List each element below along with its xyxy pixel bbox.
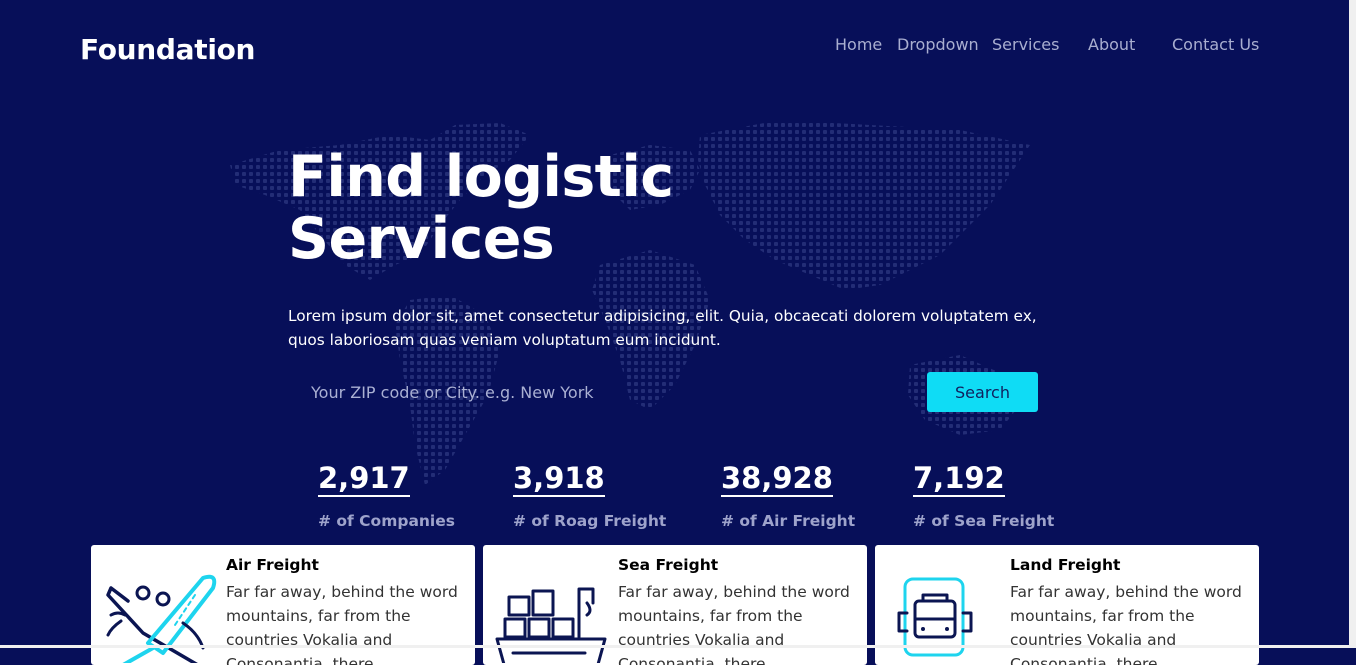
hero-description: Lorem ipsum dolor sit, amet consectetur … — [288, 307, 1037, 349]
card-title: Sea Freight — [618, 556, 719, 574]
stat-value: 2,917 — [318, 461, 410, 497]
search-input[interactable] — [289, 372, 919, 412]
card-title: Air Freight — [226, 556, 319, 574]
airplane-icon — [106, 574, 217, 663]
hero-title: Find logistic Services — [288, 144, 674, 272]
card-text: Far far away, behind the word mountains,… — [618, 583, 850, 665]
stat-value: 38,928 — [721, 461, 833, 497]
card-text: Far far away, behind the word mountains,… — [1010, 583, 1242, 665]
stat-companies: 2,917 # of Companies — [318, 462, 455, 530]
brand-logo[interactable]: Foundation — [80, 33, 255, 66]
hero-title-line2: Services — [288, 206, 555, 272]
vertical-scrollbar[interactable] — [1349, 0, 1356, 648]
hero-title-line1: Find logistic — [288, 144, 674, 210]
nav-item-about[interactable]: About — [1088, 35, 1135, 54]
nav-item-dropdown[interactable]: Dropdown — [897, 35, 979, 54]
nav-item-services[interactable]: Services — [992, 35, 1059, 54]
truck-icon — [897, 577, 973, 657]
stat-air-freight: 38,928 # of Air Freight — [721, 462, 855, 530]
nav-item-home[interactable]: Home — [835, 35, 882, 54]
search-button[interactable]: Search — [927, 372, 1038, 412]
stat-road-freight: 3,918 # of Roag Freight — [513, 462, 666, 530]
stat-label: # of Roag Freight — [513, 512, 667, 530]
stat-label: # of Air Freight — [721, 512, 856, 530]
stat-value: 7,192 — [913, 461, 1005, 497]
stat-value: 3,918 — [513, 461, 605, 497]
card-title: Land Freight — [1010, 556, 1121, 574]
stat-label: # of Sea Freight — [913, 512, 1055, 530]
card-text: Far far away, behind the word mountains,… — [226, 583, 458, 665]
cargo-ship-icon — [495, 587, 607, 663]
stat-label: # of Companies — [318, 512, 455, 530]
stat-sea-freight: 7,192 # of Sea Freight — [913, 462, 1054, 530]
nav-item-contact-us[interactable]: Contact Us — [1172, 35, 1259, 54]
